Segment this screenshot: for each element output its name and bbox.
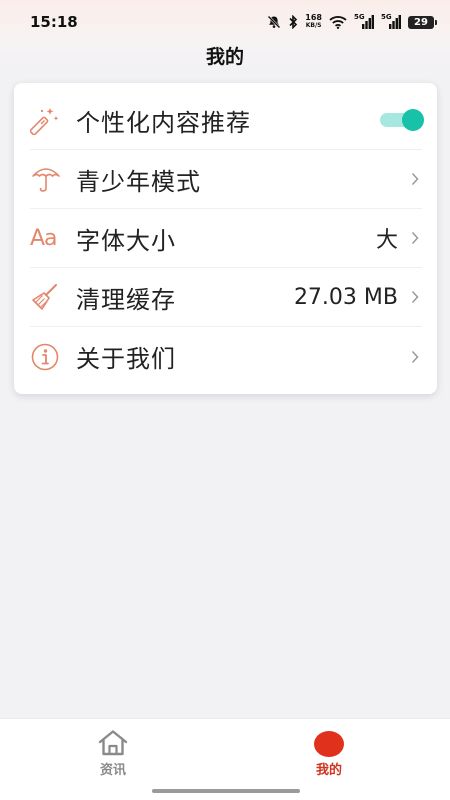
sim1-tag: 5G	[354, 13, 365, 21]
setting-teen-mode[interactable]: 青少年模式	[30, 150, 422, 209]
sim2-tag: 5G	[381, 13, 392, 21]
chevron-right-icon	[408, 347, 422, 367]
home-indicator[interactable]	[152, 789, 300, 793]
broom-icon	[30, 280, 68, 314]
toggle-knob	[402, 109, 424, 131]
setting-personalized-recommendation[interactable]: 个性化内容推荐	[30, 91, 424, 150]
battery-indicator: 29	[408, 15, 437, 29]
magic-wand-icon	[30, 103, 68, 137]
bluetooth-icon	[288, 15, 298, 29]
setting-clear-cache[interactable]: 清理缓存 27.03 MB	[30, 268, 422, 327]
setting-label: 青少年模式	[76, 167, 201, 196]
settings-card: 个性化内容推荐 青少年模式 Aa 字体大小 大 清理缓存 27.03 MB 关于…	[14, 83, 437, 394]
font-aa-glyph: Aa	[30, 225, 58, 251]
tab-mine[interactable]: 我的	[299, 729, 359, 778]
info-icon	[30, 340, 68, 374]
net-speed-unit: KB/S	[305, 22, 322, 29]
cache-size-value: 27.03 MB	[293, 284, 398, 310]
setting-label: 个性化内容推荐	[76, 108, 251, 137]
setting-about-us[interactable]: 关于我们	[30, 327, 422, 386]
chevron-right-icon	[408, 228, 422, 248]
font-size-value: 大	[375, 228, 398, 253]
setting-label: 清理缓存	[76, 285, 176, 314]
signal-sim1: 5G	[354, 13, 374, 29]
tab-label: 我的	[315, 763, 342, 778]
status-bar: 15:18 168 KB/S 5G 5G 29	[0, 0, 450, 44]
recommendation-toggle[interactable]	[380, 109, 424, 131]
chevron-right-icon	[408, 169, 422, 189]
tab-label: 资讯	[99, 763, 126, 778]
chevron-right-icon	[408, 287, 422, 307]
bottom-tab-bar: 资讯 我的	[0, 718, 450, 800]
setting-font-size[interactable]: Aa 字体大小 大	[30, 209, 422, 268]
home-icon	[83, 729, 143, 757]
setting-label: 字体大小	[76, 226, 176, 255]
umbrella-icon	[30, 162, 68, 196]
status-time: 15:18	[30, 13, 78, 31]
profile-dot-icon	[314, 731, 344, 757]
status-icons: 168 KB/S 5G 5G 29	[267, 13, 437, 30]
signal-sim2: 5G	[381, 13, 401, 29]
setting-label: 关于我们	[76, 345, 176, 373]
net-speed-value: 168	[305, 13, 322, 22]
wifi-icon	[329, 15, 347, 29]
network-speed: 168 KB/S	[305, 14, 322, 30]
page-title: 我的	[205, 46, 244, 68]
tab-news[interactable]: 资讯	[83, 729, 143, 778]
mute-bell-icon	[267, 15, 281, 29]
font-aa-icon: Aa	[30, 221, 68, 255]
